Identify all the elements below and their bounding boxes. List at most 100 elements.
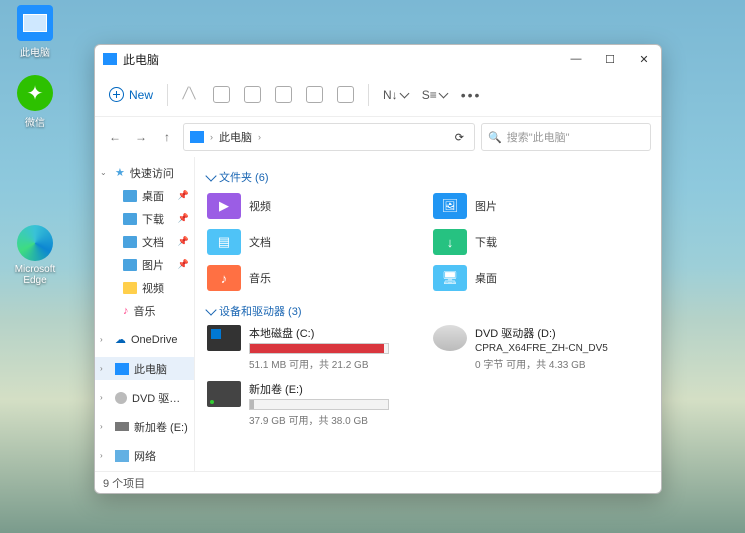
wechat-icon: ✦ — [17, 75, 53, 111]
desktop-folder-icon: 🖥 — [433, 265, 467, 291]
chevron-right-icon: › — [100, 364, 103, 373]
drive-c[interactable]: 本地磁盘 (C:) 51.1 MB 可用，共 21.2 GB — [207, 325, 423, 371]
up-button[interactable]: ↑ — [157, 127, 177, 147]
sidebar: ⌄ ★ 快速访问 桌面 📌 下载 📌 文档 📌 图片 — [95, 157, 195, 471]
monitor-icon — [103, 53, 117, 65]
refresh-button[interactable]: ⟳ — [455, 131, 464, 144]
sidebar-item-dvd[interactable]: › DVD 驱动器 (D:) — [95, 386, 194, 409]
chevron-right-icon: › — [210, 132, 213, 142]
breadcrumb[interactable]: › 此电脑 › ⟳ — [183, 123, 475, 151]
minimize-button[interactable]: — — [559, 45, 593, 73]
explorer-window: 此电脑 — ☐ ✕ New N↓ S≡ ••• ← → ↑ › — [94, 44, 662, 494]
sidebar-item-this-pc[interactable]: › 此电脑 — [95, 357, 194, 380]
pin-icon: 📌 — [178, 190, 189, 201]
document-icon — [123, 236, 137, 248]
sidebar-item-newvol[interactable]: › 新加卷 (E:) — [95, 415, 194, 438]
sidebar-item-music[interactable]: ♪ 音乐 — [95, 299, 194, 322]
separator — [167, 84, 168, 106]
download-folder-icon: ↓ — [433, 229, 467, 255]
desktop-icon-wechat[interactable]: ✦ 微信 — [5, 75, 65, 129]
picture-folder-icon: 🖼 — [433, 193, 467, 219]
sidebar-item-desktop[interactable]: 桌面 📌 — [95, 184, 194, 207]
status-bar: 9 个项目 — [95, 471, 661, 493]
folder-music[interactable]: ♪ 音乐 — [207, 263, 423, 293]
video-icon — [123, 282, 137, 294]
folder-downloads[interactable]: ↓ 下载 — [433, 227, 649, 257]
view-button[interactable]: S≡ — [422, 88, 447, 102]
pin-icon: 📌 — [178, 236, 189, 247]
chevron-right-icon: › — [100, 451, 103, 460]
chevron-down-icon — [205, 170, 216, 181]
sidebar-item-network[interactable]: › 网络 — [95, 444, 194, 467]
chevron-right-icon: › — [100, 393, 103, 402]
nav-row: ← → ↑ › 此电脑 › ⟳ 🔍 搜索"此电脑" — [95, 117, 661, 157]
sidebar-item-videos[interactable]: 视频 — [95, 276, 194, 299]
separator — [368, 84, 369, 106]
titlebar[interactable]: 此电脑 — ☐ ✕ — [95, 45, 661, 73]
breadcrumb-item[interactable]: 此电脑 — [219, 129, 252, 145]
forward-button[interactable]: → — [131, 127, 151, 147]
plus-icon — [109, 87, 124, 102]
maximize-button[interactable]: ☐ — [593, 45, 627, 73]
music-folder-icon: ♪ — [207, 265, 241, 291]
usage-bar — [249, 399, 389, 410]
sidebar-item-pictures[interactable]: 图片 📌 — [95, 253, 194, 276]
chevron-right-icon: › — [100, 422, 103, 431]
search-placeholder: 搜索"此电脑" — [507, 129, 570, 145]
delete-icon[interactable] — [337, 86, 354, 103]
desktop-icon-edge[interactable]: MicrosoftEdge — [5, 225, 65, 286]
window-controls: — ☐ ✕ — [559, 45, 661, 73]
desktop-icon-label: 此电脑 — [5, 44, 65, 59]
section-header-folders[interactable]: 文件夹 (6) — [207, 169, 649, 185]
hdd-icon — [207, 381, 241, 407]
sidebar-item-onedrive[interactable]: › ☁ OneDrive — [95, 328, 194, 351]
desktop-icon-label: 微信 — [5, 114, 65, 129]
more-button[interactable]: ••• — [461, 87, 482, 103]
copy-icon[interactable] — [213, 86, 230, 103]
folder-videos[interactable]: ▶ 视频 — [207, 191, 423, 221]
content-pane: 文件夹 (6) ▶ 视频 🖼 图片 ▤ 文档 ↓ 下载 — [195, 157, 661, 471]
sidebar-item-quick-access[interactable]: ⌄ ★ 快速访问 — [95, 161, 194, 184]
video-folder-icon: ▶ — [207, 193, 241, 219]
monitor-icon — [17, 5, 53, 41]
back-button[interactable]: ← — [105, 127, 125, 147]
disc-icon — [115, 392, 127, 404]
search-icon: 🔍 — [488, 131, 502, 144]
usage-bar — [249, 343, 389, 354]
drive-d-dvd[interactable]: DVD 驱动器 (D:) CPRA_X64FRE_ZH-CN_DV5 0 字节 … — [433, 325, 649, 371]
star-icon: ★ — [115, 166, 125, 179]
chevron-right-icon: › — [258, 132, 261, 142]
sort-button[interactable]: N↓ — [383, 88, 408, 102]
document-folder-icon: ▤ — [207, 229, 241, 255]
cut-icon[interactable] — [182, 86, 199, 103]
monitor-icon — [190, 131, 204, 143]
chevron-right-icon: › — [100, 335, 103, 344]
disc-icon — [433, 325, 467, 351]
folder-documents[interactable]: ▤ 文档 — [207, 227, 423, 257]
share-icon[interactable] — [306, 86, 323, 103]
close-button[interactable]: ✕ — [627, 45, 661, 73]
section-header-drives[interactable]: 设备和驱动器 (3) — [207, 303, 649, 319]
sidebar-item-downloads[interactable]: 下载 📌 — [95, 207, 194, 230]
music-icon: ♪ — [123, 305, 129, 317]
toolbar: New N↓ S≡ ••• — [95, 73, 661, 117]
chevron-down-icon: ⌄ — [100, 168, 107, 177]
cloud-icon: ☁ — [115, 333, 126, 346]
windows-drive-icon — [207, 325, 241, 351]
paste-icon[interactable] — [244, 86, 261, 103]
sidebar-item-documents[interactable]: 文档 📌 — [95, 230, 194, 253]
status-text: 9 个项目 — [103, 475, 145, 491]
window-title: 此电脑 — [123, 51, 159, 68]
folder-pictures[interactable]: 🖼 图片 — [433, 191, 649, 221]
desktop-icon-label: MicrosoftEdge — [5, 264, 65, 286]
drive-e[interactable]: 新加卷 (E:) 37.9 GB 可用，共 38.0 GB — [207, 381, 423, 427]
folder-desktop[interactable]: 🖥 桌面 — [433, 263, 649, 293]
edge-icon — [17, 225, 53, 261]
desktop-icon-this-pc[interactable]: 此电脑 — [5, 5, 65, 59]
new-button[interactable]: New — [109, 87, 153, 102]
new-button-label: New — [129, 88, 153, 102]
monitor-icon — [115, 363, 129, 375]
download-icon — [123, 213, 137, 225]
search-input[interactable]: 🔍 搜索"此电脑" — [481, 123, 651, 151]
rename-icon[interactable] — [275, 86, 292, 103]
